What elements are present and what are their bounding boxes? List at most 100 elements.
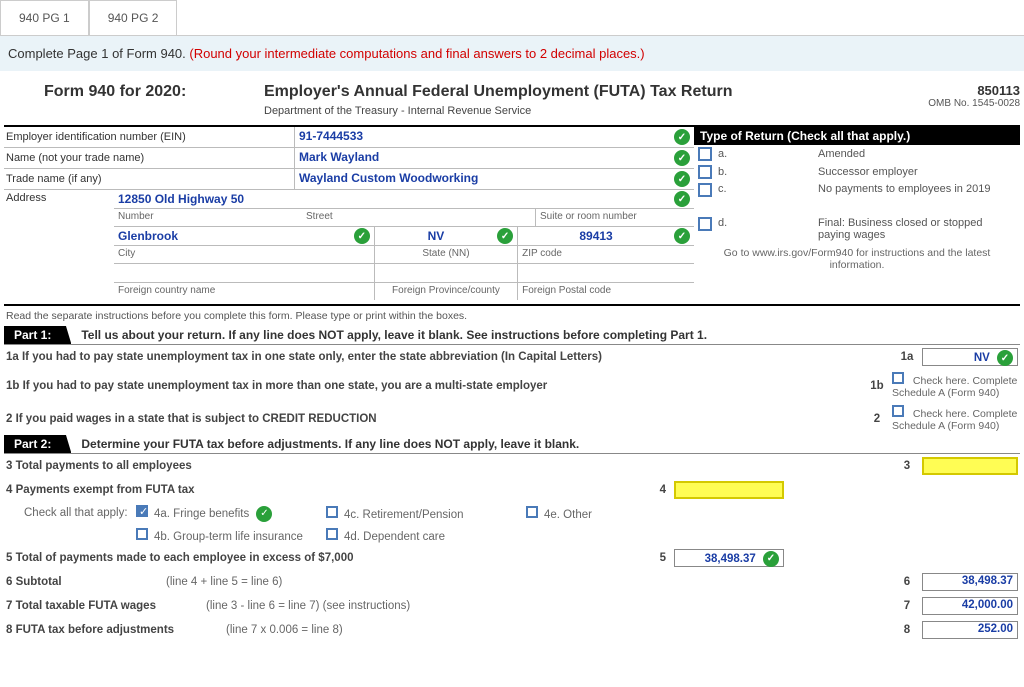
tor-d: d. — [718, 217, 738, 229]
check-icon: ✓ — [674, 191, 690, 207]
label-4c: 4c. Retirement/Pension — [344, 509, 464, 521]
line-3-text: 3 Total payments to all employees — [6, 460, 892, 472]
line-3-num: 3 — [892, 460, 922, 472]
fcountry-label: Foreign country name — [118, 284, 370, 299]
line-5-text: 5 Total of payments made to each employe… — [6, 552, 526, 564]
part2-desc: Determine your FUTA tax before adjustmen… — [71, 437, 579, 451]
tab-940-pg2[interactable]: 940 PG 2 — [89, 0, 178, 35]
checkbox-4b[interactable] — [136, 528, 148, 540]
line-7-num: 7 — [892, 600, 922, 612]
fprov-value[interactable] — [379, 265, 513, 281]
tab-940-pg1[interactable]: 940 PG 1 — [0, 0, 89, 35]
tor-a: a. — [718, 148, 738, 160]
ein-label: Employer identification number (EIN) — [4, 129, 294, 145]
line-8-num: 8 — [892, 624, 922, 636]
instructions-banner: Complete Page 1 of Form 940. (Round your… — [0, 36, 1024, 71]
line-2-num: 2 — [862, 413, 892, 425]
address-label: Address — [4, 190, 114, 300]
checkbox-4e[interactable] — [526, 506, 538, 518]
check-icon: ✓ — [674, 228, 690, 244]
city-label: City — [118, 247, 370, 262]
line-6-text: 6 Subtotal — [6, 576, 166, 588]
instructions-text: Complete Page 1 of Form 940. — [8, 46, 189, 61]
check-icon: ✓ — [354, 228, 370, 244]
tor-c: c. — [718, 183, 738, 195]
line-8-sub: (line 7 x 0.006 = line 8) — [226, 624, 892, 636]
checkbox-4c[interactable] — [326, 506, 338, 518]
line-8-text: 8 FUTA tax before adjustments — [6, 624, 226, 636]
check-icon: ✓ — [763, 551, 779, 567]
line-6-sub: (line 4 + line 5 = line 6) — [166, 576, 892, 588]
tor-b-text: Successor employer — [738, 166, 1016, 178]
line-5-num: 5 — [660, 552, 666, 564]
label-4a: 4a. Fringe benefits — [154, 508, 249, 520]
label-4e: 4e. Other — [544, 509, 592, 521]
line-1a-num: 1a — [892, 351, 922, 363]
zip-value[interactable]: 89413✓ — [522, 228, 690, 244]
form-department: Department of the Treasury - Internal Re… — [264, 105, 900, 117]
line-5-value[interactable]: 38,498.37 ✓ — [674, 549, 784, 567]
check-icon: ✓ — [256, 506, 272, 522]
checkbox-b[interactable] — [698, 165, 712, 179]
line-2-checktext: Check here. Complete Schedule A (Form 94… — [892, 408, 1017, 432]
label-4b: 4b. Group-term life insurance — [154, 531, 303, 543]
checkbox-d[interactable] — [698, 217, 712, 231]
state-value[interactable]: NV✓ — [379, 228, 513, 244]
checkbox-4d[interactable] — [326, 528, 338, 540]
line-7-value[interactable]: 42,000.00 — [922, 597, 1018, 615]
line-8-value[interactable]: 252.00 — [922, 621, 1018, 639]
line-3-value[interactable] — [922, 457, 1018, 475]
tor-c-text: No payments to employees in 2019 — [738, 183, 1016, 195]
fprov-label: Foreign Province/county — [379, 284, 513, 299]
line-1b-text: 1b If you had to pay state unemployment … — [6, 380, 862, 392]
part1-label: Part 1: — [4, 326, 71, 344]
tor-a-text: Amended — [738, 148, 1016, 160]
tor-b: b. — [718, 166, 738, 178]
line-6-num: 6 — [892, 576, 922, 588]
line-4-num: 4 — [660, 484, 666, 496]
street-value[interactable]: 12850 Old Highway 50✓ — [118, 191, 690, 207]
checkbox-a[interactable] — [698, 147, 712, 161]
ein-value[interactable]: 91-7444533✓ — [294, 127, 694, 147]
suite-label: Suite or room number — [540, 210, 690, 225]
check-icon: ✓ — [497, 228, 513, 244]
tab-bar: 940 PG 1 940 PG 2 — [0, 0, 1024, 36]
trade-label: Trade name (if any) — [4, 171, 294, 187]
fpostal-label: Foreign Postal code — [522, 284, 690, 299]
checkbox-1b[interactable] — [892, 372, 904, 384]
line-1b-num: 1b — [862, 380, 892, 392]
line-1a-value[interactable]: NV ✓ — [922, 348, 1018, 366]
trade-value[interactable]: Wayland Custom Woodworking✓ — [294, 169, 694, 189]
zip-label: ZIP code — [522, 247, 690, 262]
line-7-text: 7 Total taxable FUTA wages — [6, 600, 206, 612]
form-main-title: Employer's Annual Federal Unemployment (… — [264, 83, 900, 101]
city-value[interactable]: Glenbrook✓ — [118, 228, 370, 244]
check-all-label: Check all that apply: — [6, 507, 136, 519]
tor-d-text: Final: Business closed or stopped paying… — [738, 217, 1016, 241]
omb-number: OMB No. 1545-0028 — [900, 98, 1020, 109]
line-2-text: 2 If you paid wages in a state that is s… — [6, 413, 862, 425]
part2-label: Part 2: — [4, 435, 71, 453]
state-label: State (NN) — [379, 247, 513, 262]
check-icon: ✓ — [674, 129, 690, 145]
checkbox-2[interactable] — [892, 405, 904, 417]
line-1a-text: 1a If you had to pay state unemployment … — [6, 351, 892, 363]
name-value[interactable]: Mark Wayland✓ — [294, 148, 694, 168]
fcountry-value[interactable] — [118, 265, 370, 281]
line-4-value[interactable] — [674, 481, 784, 499]
sequence-number: 850113 — [900, 83, 1020, 98]
part1-desc: Tell us about your return. If any line d… — [71, 328, 707, 342]
line-4-text: 4 Payments exempt from FUTA tax — [6, 484, 526, 496]
check-icon: ✓ — [997, 350, 1013, 366]
line-7-sub: (line 3 - line 6 = line 7) (see instruct… — [206, 600, 892, 612]
form-title: Form 940 for 2020: — [4, 83, 264, 101]
fpostal-value[interactable] — [522, 265, 690, 281]
checkbox-c[interactable] — [698, 183, 712, 197]
line-6-value[interactable]: 38,498.37 — [922, 573, 1018, 591]
name-label: Name (not your trade name) — [4, 150, 294, 166]
checkbox-4a[interactable] — [136, 505, 148, 517]
line-1b-checktext: Check here. Complete Schedule A (Form 94… — [892, 375, 1017, 399]
check-icon: ✓ — [674, 171, 690, 187]
street-label: Street — [306, 210, 531, 225]
irs-info: Go to www.irs.gov/Form940 for instructio… — [694, 243, 1020, 275]
